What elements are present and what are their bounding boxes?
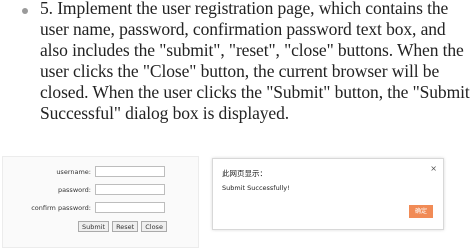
dialog-title: 此网页显示：	[222, 169, 267, 178]
instruction-text: 5. Implement the user registration page,…	[40, 0, 470, 123]
password-row: password:	[3, 184, 198, 196]
dialog-message: Submit Successfully!	[222, 184, 290, 192]
close-icon[interactable]: ×	[430, 164, 437, 173]
password-input[interactable]	[95, 184, 165, 195]
username-label: username:	[56, 168, 91, 176]
confirm-password-label: confirm password:	[31, 204, 91, 212]
confirm-password-row: confirm password:	[3, 202, 198, 214]
password-label: password:	[57, 186, 91, 194]
registration-form: username: password: confirm password: Su…	[2, 156, 199, 248]
username-row: username:	[3, 166, 198, 178]
alert-dialog: 此网页显示： × Submit Successfully! 确定	[212, 158, 444, 230]
reset-button[interactable]: Reset	[112, 221, 139, 232]
bullet-dot	[22, 8, 28, 14]
submit-button[interactable]: Submit	[78, 221, 110, 232]
dialog-ok-button[interactable]: 确定	[409, 205, 433, 218]
confirm-password-input[interactable]	[95, 202, 165, 213]
close-button[interactable]: Close	[141, 221, 167, 232]
username-input[interactable]	[95, 166, 165, 177]
form-buttons: Submit Reset Close	[78, 221, 167, 233]
